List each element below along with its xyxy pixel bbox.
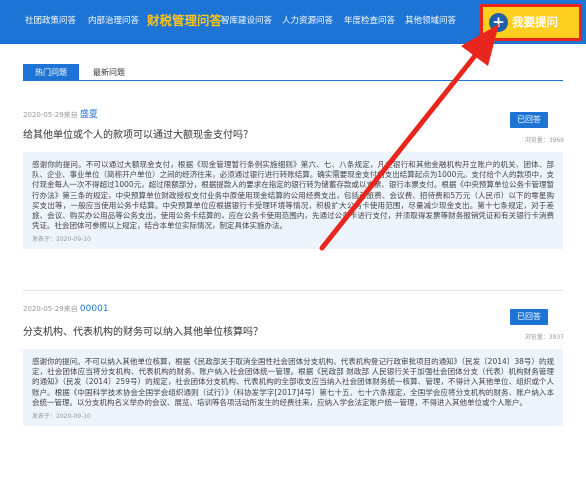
answer-text: 感谢你的提问。不可以纳入其他单位核算，根据《民政部关于取消全国性社会团体分支机构… [32, 357, 554, 407]
question-meta: 2020-05-29来自 盛夏 [23, 107, 98, 120]
nav-item-annual-check[interactable]: 年度检查问答 [344, 14, 395, 26]
plus-icon: + [489, 13, 508, 32]
question-meta: 2020-05-29来自 00001 [23, 304, 109, 314]
top-nav-bar: 社团政策问答 内部治理问答 财税管理问答 智库建设问答 人力资源问答 年度检查问… [0, 0, 586, 44]
question-item: 2020-05-29来自 盛夏 给其他单位或个人的款项可以通过大额现金支付吗？ … [23, 104, 564, 281]
answer-date: 发表于：2020-09-10 [32, 413, 91, 421]
nav-item-hr[interactable]: 人力资源问答 [282, 14, 333, 26]
nav-item-governance[interactable]: 内部治理问答 [88, 14, 139, 26]
question-date: 2020-05-29来自 [23, 111, 78, 119]
question-tabs: 热门问题 最新问题 [23, 64, 563, 81]
tab-hot-questions[interactable]: 热门问题 [23, 64, 79, 81]
question-date: 2020-05-29来自 [23, 305, 78, 313]
nav-item-other[interactable]: 其他领域问答 [405, 14, 456, 26]
question-title[interactable]: 给其他单位或个人的款项可以通过大额现金支付吗？ [23, 126, 253, 141]
divider [23, 290, 563, 291]
view-count: 浏览量：3937 [524, 334, 564, 341]
ask-question-label: 我要提问 [512, 15, 558, 29]
ask-question-button[interactable]: + 我要提问 [480, 4, 582, 41]
answer-box: 感谢你的提问。不可以通过大额现金支付，根据《现金管理暂行条例实施细则》第六、七、… [23, 152, 563, 250]
nav-item-think-tank[interactable]: 智库建设问答 [221, 14, 272, 26]
question-item: 2020-05-29来自 00001 分支机构、代表机构的财务可以纳入其他单位核… [23, 301, 564, 461]
answered-button[interactable]: 已回答 [510, 309, 548, 325]
question-user[interactable]: 00001 [80, 304, 109, 314]
question-user[interactable]: 盛夏 [80, 110, 98, 120]
tab-latest-questions[interactable]: 最新问题 [81, 64, 137, 81]
answer-date: 发表于：2020-09-10 [32, 236, 91, 244]
nav-item-policy[interactable]: 社团政策问答 [25, 14, 76, 26]
answer-text: 感谢你的提问。不可以通过大额现金支付，根据《现金管理暂行条例实施细则》第六、七、… [32, 160, 554, 231]
question-title[interactable]: 分支机构、代表机构的财务可以纳入其他单位核算吗？ [23, 323, 263, 338]
answer-box: 感谢你的提问。不可以纳入其他单位核算，根据《民政部关于取消全国性社会团体分支机构… [23, 349, 563, 427]
nav-item-finance-tax[interactable]: 财税管理问答 [147, 10, 222, 29]
answered-button[interactable]: 已回答 [510, 112, 548, 128]
view-count: 浏览量：3969 [524, 137, 564, 144]
